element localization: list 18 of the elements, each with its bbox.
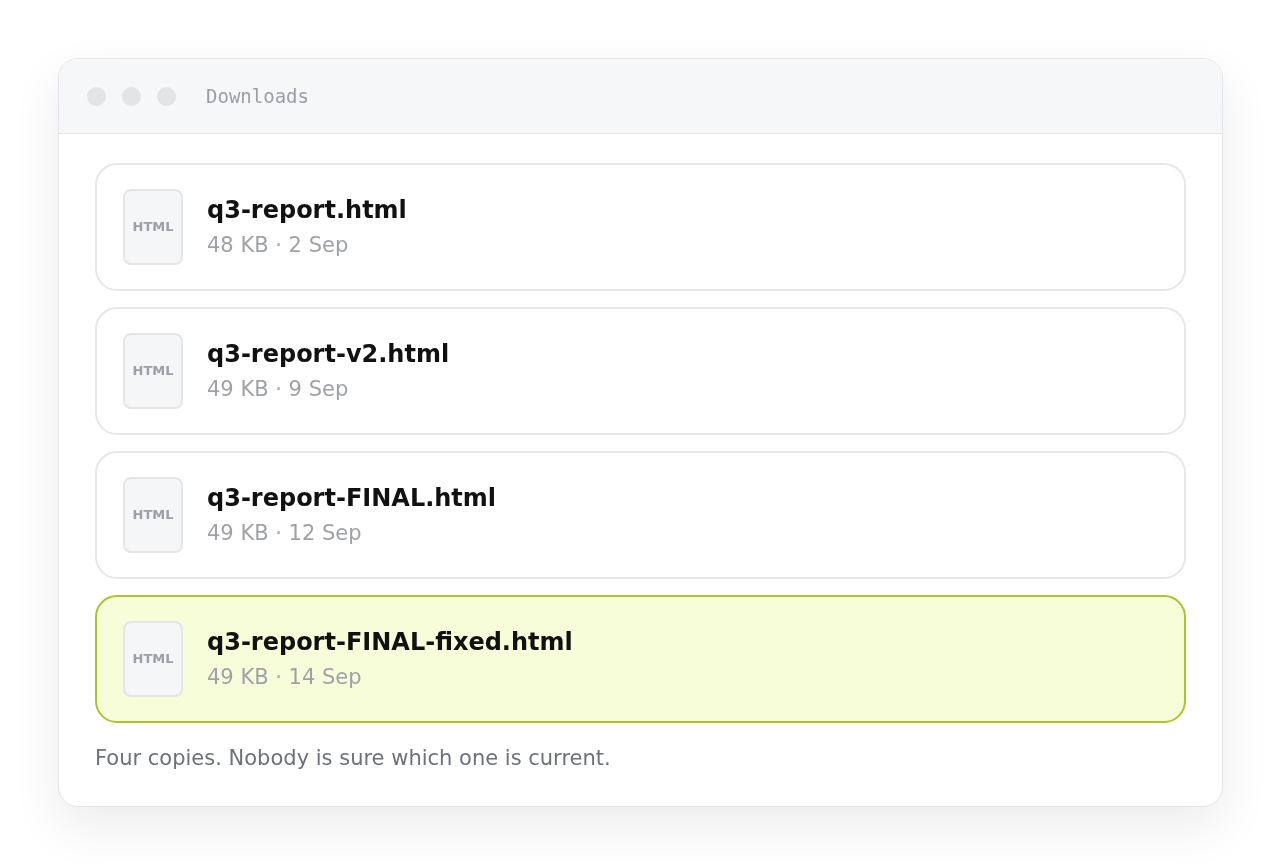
file-name: q3-report.html	[207, 196, 407, 225]
file-name: q3-report-FINAL.html	[207, 484, 497, 513]
file-icon: HTML	[123, 189, 183, 265]
file-meta: 49 KB · 14 Sep	[207, 664, 363, 690]
file-meta: 49 KB · 9 Sep	[207, 376, 350, 402]
caption-text: Four copies. Nobody is sure which one is current.	[95, 745, 612, 772]
file-name: q3-report-v2.html	[207, 340, 450, 369]
file-name: q3-report-FINAL-fixed.html	[207, 628, 573, 657]
file-item[interactable]: HTML q3-report-FINAL.html 49 KB · 12 Sep	[95, 451, 1186, 579]
file-item[interactable]: HTML q3-report-v2.html 49 KB · 9 Sep	[95, 307, 1186, 435]
file-icon: HTML	[123, 621, 183, 697]
window-title: Downloads	[206, 83, 309, 109]
file-item[interactable]: HTML q3-report.html 48 KB · 2 Sep	[95, 163, 1186, 291]
file-icon: HTML	[123, 333, 183, 409]
file-meta: 48 KB · 2 Sep	[207, 232, 350, 258]
file-meta: 49 KB · 12 Sep	[207, 520, 363, 546]
file-item[interactable]: HTML q3-report-FINAL-fixed.html 49 KB · 14 Sep	[95, 595, 1186, 723]
file-icon: HTML	[123, 477, 183, 553]
